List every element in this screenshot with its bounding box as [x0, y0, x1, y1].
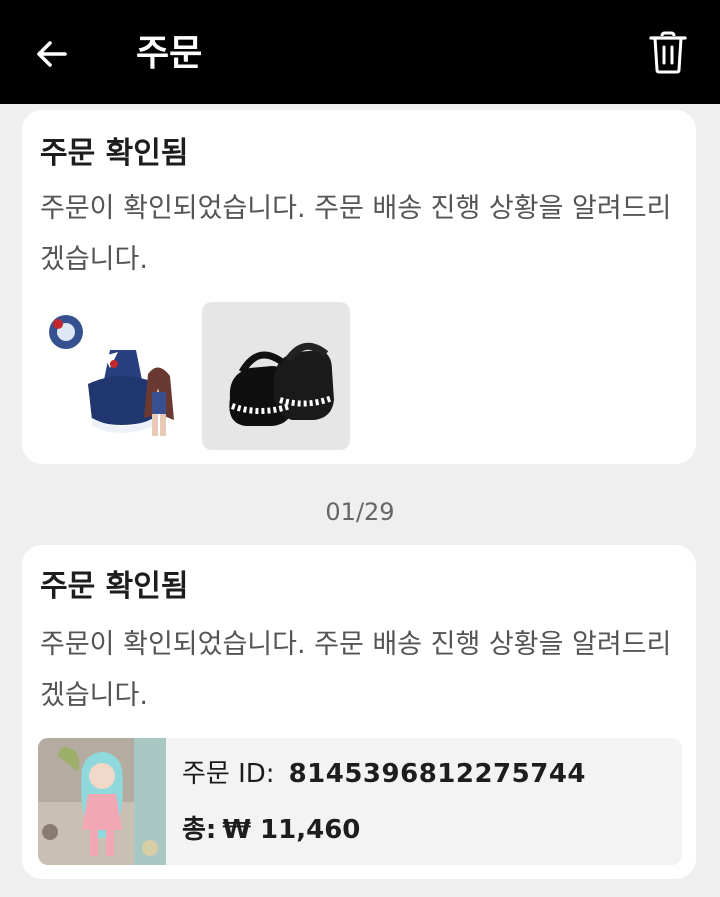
- top-app-bar: 주문: [0, 0, 720, 104]
- doll-product-thumbnail: [38, 738, 166, 865]
- page-title: 주문: [136, 33, 203, 74]
- notification-message: 주문이 확인되었습니다. 주문 배송 진행 상황을 알려드리겠습니다.: [40, 193, 672, 275]
- order-id: 주문 ID: 8145396812275744: [182, 752, 586, 796]
- notification-title: 주문 확인됨: [40, 136, 189, 171]
- order-id-value: 8145396812275744: [288, 759, 587, 789]
- order-notification-card[interactable]: 주문 확인됨 주문이 확인되었습니다. 주문 배송 진행 상황을 알려드리겠습니…: [22, 110, 696, 464]
- delete-button[interactable]: [642, 26, 694, 78]
- order-total-label: 총:: [182, 815, 217, 845]
- trash-icon: [649, 31, 687, 74]
- notification-message: 주문이 확인되었습니다. 주문 배송 진행 상황을 알려드리겠습니다.: [40, 629, 672, 711]
- order-total: 총: ₩ 11,460: [182, 808, 360, 852]
- doll-outfit-thumbnail[interactable]: [40, 302, 188, 450]
- order-id-label: 주문 ID:: [182, 759, 275, 789]
- order-notification-card[interactable]: 주문 확인됨 주문이 확인되었습니다. 주문 배송 진행 상황을 알려드리겠습니…: [22, 545, 696, 879]
- doll-shoes-thumbnail[interactable]: [202, 302, 350, 450]
- date-separator: 01/29: [325, 498, 395, 526]
- back-button[interactable]: [26, 28, 78, 80]
- product-thumbnails: [40, 302, 350, 450]
- notification-title: 주문 확인됨: [40, 569, 189, 604]
- arrow-left-icon: [37, 41, 67, 67]
- order-total-value: ₩ 11,460: [222, 815, 361, 845]
- order-summary[interactable]: 주문 ID: 8145396812275744 총: ₩ 11,460: [38, 738, 682, 865]
